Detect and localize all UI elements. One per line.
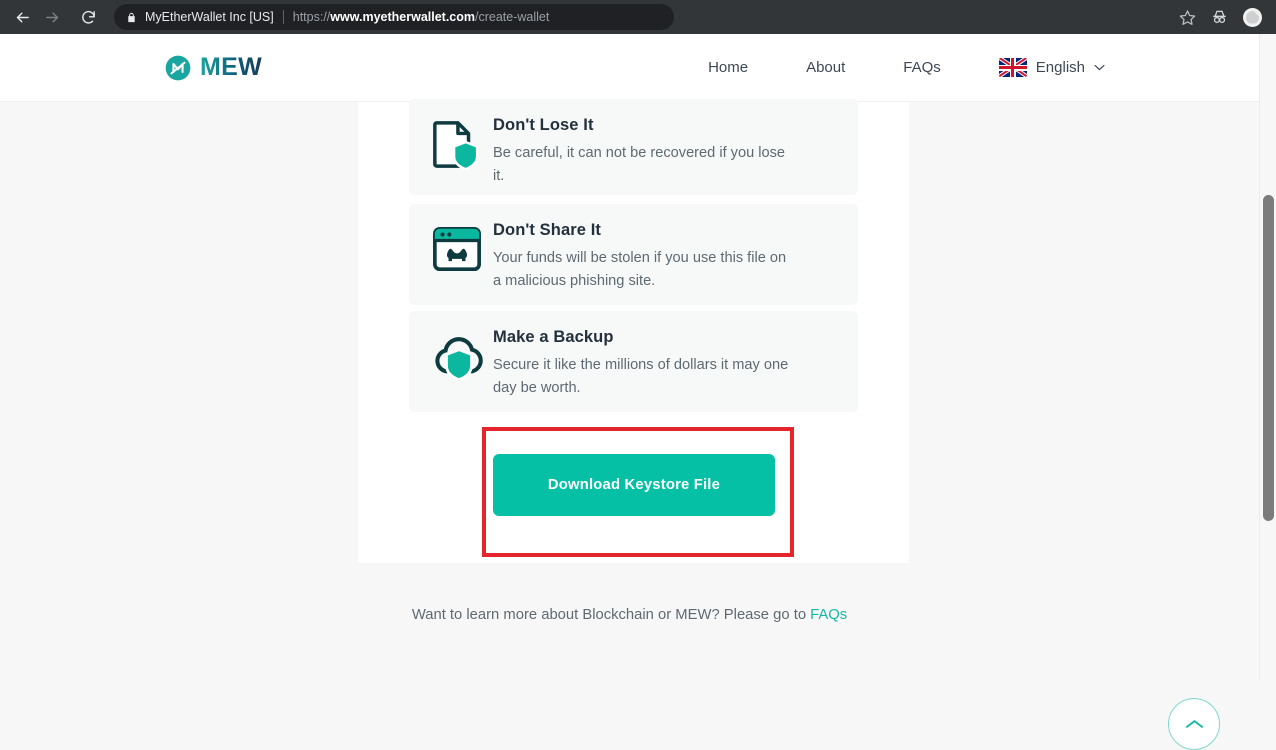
card-text-block: Don't Share It Your funds will be stolen… bbox=[491, 221, 793, 292]
url-scheme: https:// bbox=[292, 10, 331, 24]
card-title: Make a Backup bbox=[493, 328, 614, 346]
site-header: MEW Home About FAQs English bbox=[0, 34, 1259, 102]
language-label: English bbox=[1035, 59, 1085, 76]
scroll-to-top-button[interactable] bbox=[1168, 698, 1220, 750]
info-card-dont-lose-it: Don't Lose It Be careful, it can not be … bbox=[409, 99, 858, 195]
reload-icon bbox=[81, 10, 95, 24]
info-card-dont-share-it: Don't Share It Your funds will be stolen… bbox=[409, 204, 858, 305]
url-host: www.myetherwallet.com bbox=[330, 10, 476, 24]
card-description: Secure it like the millions of dollars i… bbox=[493, 357, 789, 396]
info-card-make-a-backup: Make a Backup Secure it like the million… bbox=[409, 311, 858, 412]
phishing-site-icon bbox=[431, 221, 491, 275]
url-text: https://www.myetherwallet.com/create-wal… bbox=[293, 10, 550, 24]
profile-avatar-icon[interactable] bbox=[1243, 7, 1262, 27]
back-button[interactable] bbox=[8, 3, 36, 31]
chevron-up-icon bbox=[1185, 720, 1203, 728]
page-scrollbar[interactable] bbox=[1259, 34, 1276, 680]
browser-nav-buttons bbox=[0, 3, 102, 31]
download-keystore-file-button[interactable]: Download Keystore File bbox=[493, 454, 775, 516]
nav-item-home[interactable]: Home bbox=[679, 59, 777, 76]
keystore-warning-panel: Don't Lose It Be careful, it can not be … bbox=[358, 99, 909, 563]
forward-arrow-icon bbox=[45, 12, 58, 22]
uk-flag-icon bbox=[998, 58, 1027, 77]
star-icon[interactable] bbox=[1179, 9, 1196, 26]
card-description: Your funds will be stolen if you use thi… bbox=[493, 250, 787, 289]
card-description: Be careful, it can not be recovered if y… bbox=[493, 145, 786, 184]
language-selector[interactable]: English bbox=[970, 58, 1105, 77]
card-title: Don't Lose It bbox=[493, 116, 594, 134]
footer-help-text: Want to learn more about Blockchain or M… bbox=[0, 607, 1259, 623]
browser-actions bbox=[1179, 7, 1276, 27]
mew-logo-icon bbox=[165, 55, 191, 80]
page-content: Don't Lose It Be careful, it can not be … bbox=[0, 99, 1259, 750]
scrollbar-thumb[interactable] bbox=[1263, 195, 1274, 521]
url-path: /create-wallet bbox=[475, 10, 550, 24]
forward-button[interactable] bbox=[38, 3, 66, 31]
nav-item-faqs[interactable]: FAQs bbox=[874, 59, 970, 76]
mew-logo[interactable]: MEW bbox=[165, 53, 262, 82]
cloud-backup-shield-icon bbox=[431, 328, 491, 380]
card-text-block: Don't Lose It Be careful, it can not be … bbox=[491, 116, 793, 187]
chevron-down-icon bbox=[1094, 64, 1105, 71]
logo-wordmark: MEW bbox=[200, 53, 262, 81]
incognito-icon[interactable] bbox=[1210, 9, 1229, 26]
lock-icon bbox=[126, 11, 137, 24]
omnibox-divider bbox=[282, 10, 284, 24]
nav-item-about[interactable]: About bbox=[777, 59, 874, 76]
address-bar[interactable]: MyEtherWallet Inc [US] https://www.myeth… bbox=[114, 4, 674, 30]
footer-text: Want to learn more about Blockchain or M… bbox=[411, 607, 811, 623]
main-navigation: Home About FAQs English bbox=[679, 58, 1105, 77]
back-arrow-icon bbox=[16, 12, 29, 22]
site-identity-label: MyEtherWallet Inc [US] bbox=[145, 10, 274, 24]
card-text-block: Make a Backup Secure it like the million… bbox=[491, 328, 793, 399]
reload-button[interactable] bbox=[74, 3, 102, 31]
browser-toolbar: MyEtherWallet Inc [US] https://www.myeth… bbox=[0, 0, 1276, 34]
document-shield-icon bbox=[431, 116, 491, 170]
card-title: Don't Share It bbox=[493, 221, 601, 239]
footer-faqs-link[interactable]: FAQs bbox=[810, 607, 847, 623]
